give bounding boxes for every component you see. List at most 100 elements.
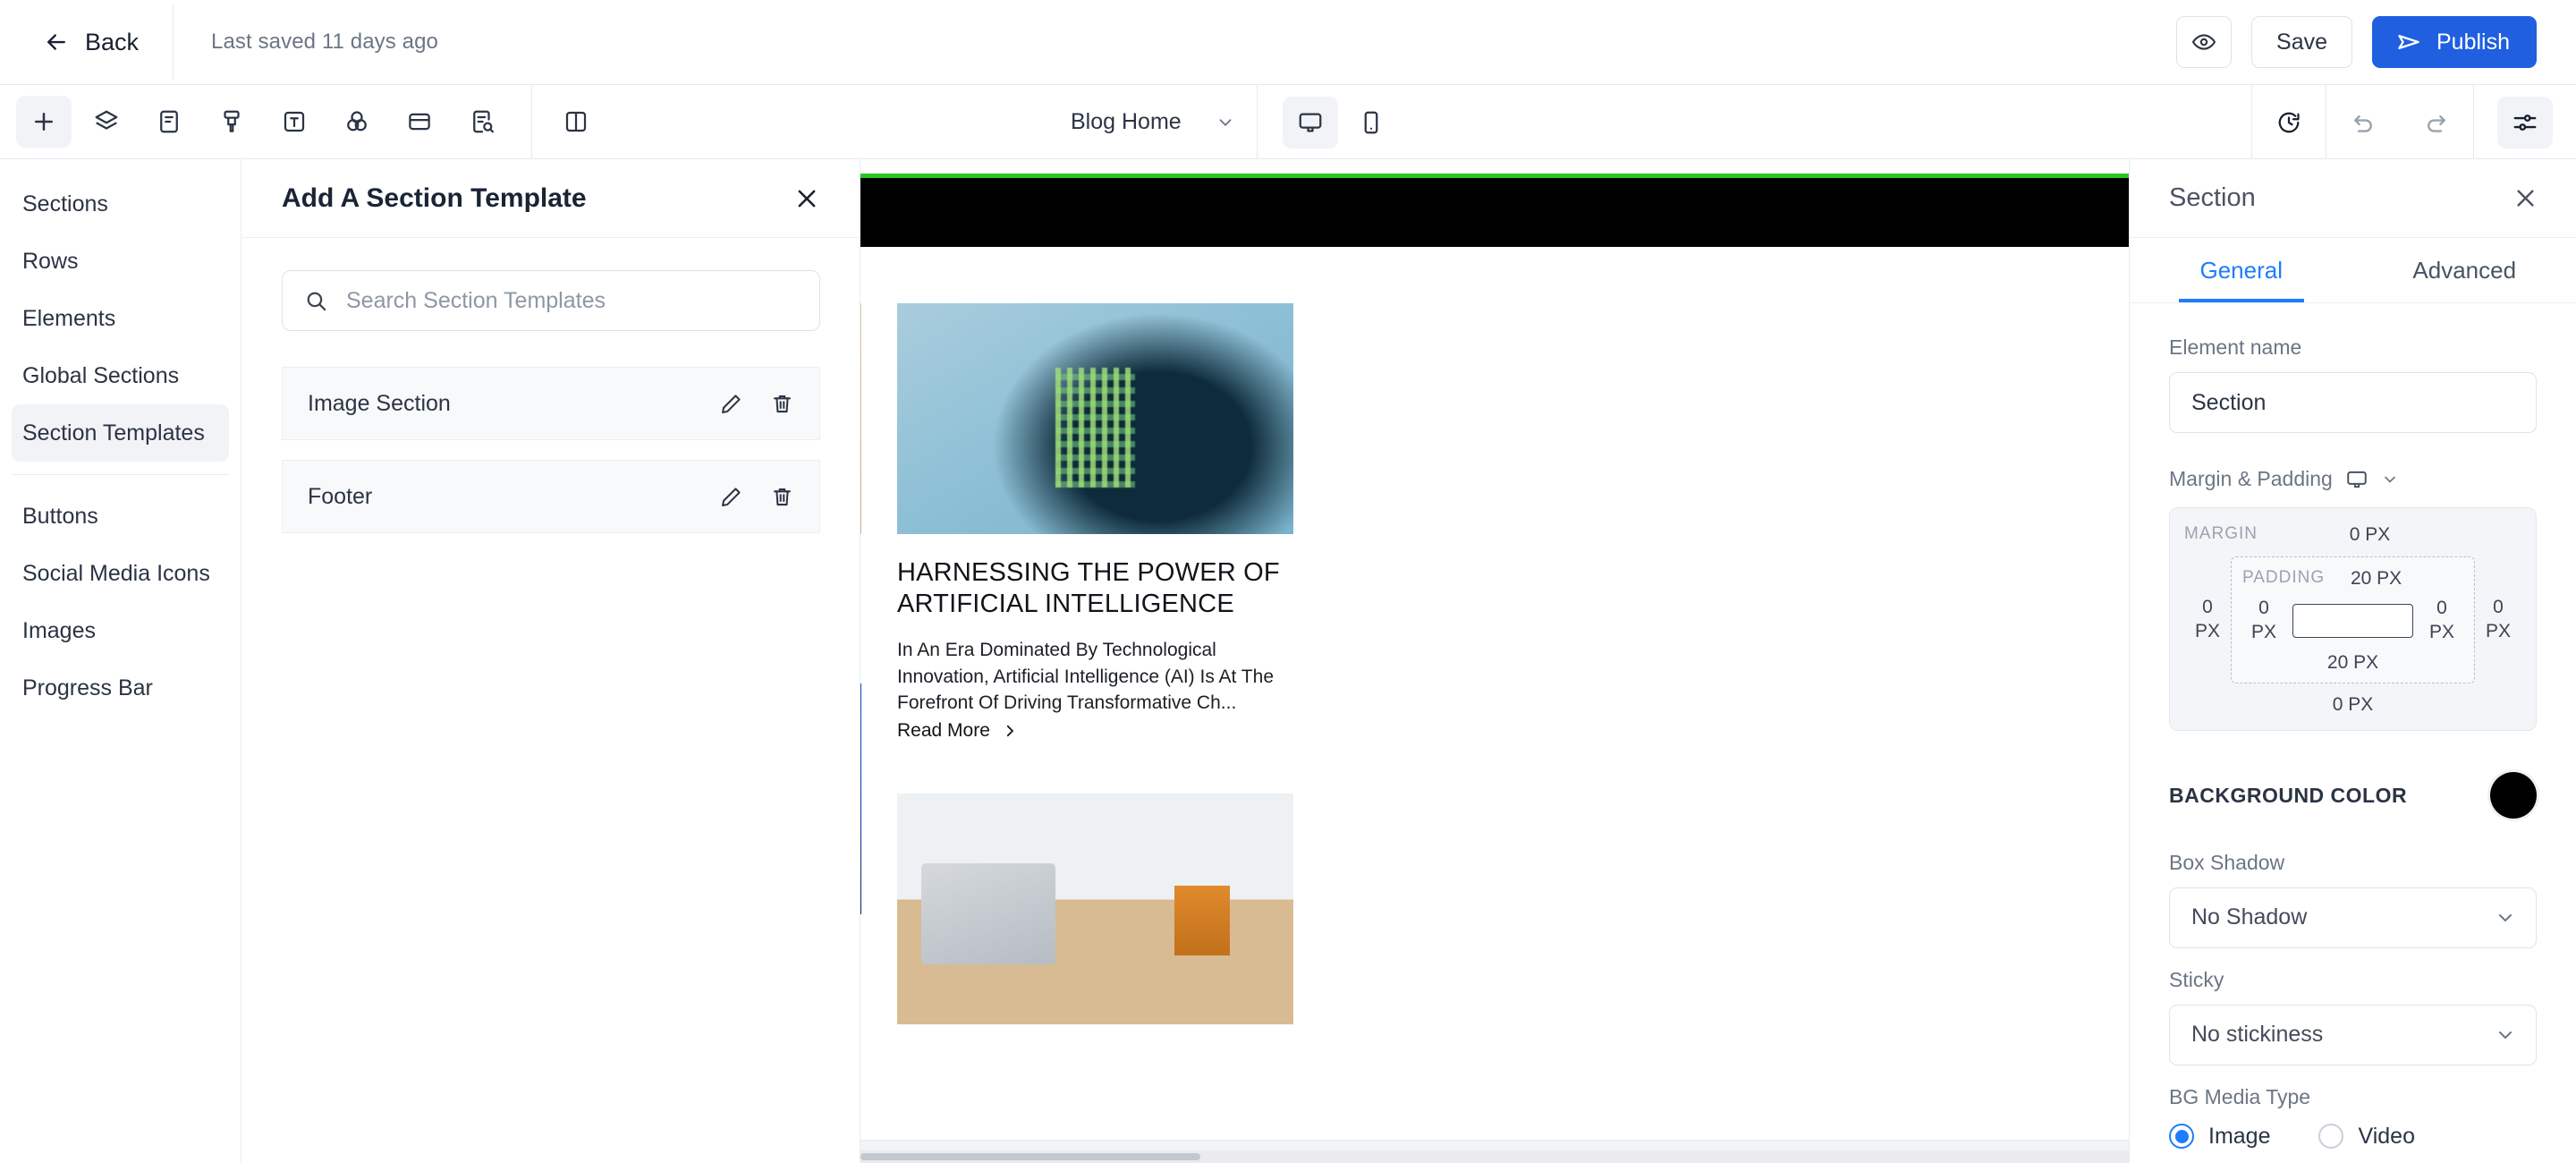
box-shadow-value: No Shadow [2191, 904, 2308, 930]
editor-settings-button[interactable] [2474, 85, 2576, 159]
save-label: Save [2276, 29, 2327, 55]
mural-storefront-photo [860, 303, 861, 534]
margin-left-value[interactable]: 0 PX [2184, 596, 2231, 644]
sidebar-item-elements[interactable]: Elements [12, 290, 229, 347]
margin-right-number: 0 [2493, 597, 2504, 617]
mobile-icon [1358, 109, 1385, 136]
margin-right-unit: PX [2485, 620, 2511, 641]
blog-card-row2 [860, 683, 861, 915]
chevron-down-icon[interactable] [2381, 471, 2399, 488]
close-icon[interactable] [793, 185, 820, 212]
sticky-value: No stickiness [2191, 1022, 2324, 1048]
padding-right-value[interactable]: 0 PX [2420, 597, 2463, 645]
blog-card[interactable]: AYS TO Is A Little Spark To [860, 303, 861, 1024]
publish-button[interactable]: Publish [2372, 16, 2537, 68]
toolbar-center: Blog Home [1051, 85, 1399, 159]
brush-icon [218, 108, 245, 135]
sidebar-item-buttons[interactable]: Buttons [12, 488, 229, 545]
padding-box[interactable]: PADDING 20 PX 0 PX 0 PX 20 PX [2231, 556, 2475, 683]
sticky-label: Sticky [2169, 967, 2224, 991]
background-color-swatch[interactable] [2490, 771, 2537, 819]
read-more-link[interactable]: Read More [897, 720, 1293, 742]
close-icon[interactable] [2512, 185, 2538, 211]
blog-card-title: AYS TO [860, 557, 861, 589]
margin-bottom-value[interactable]: 0 PX [2184, 694, 2521, 716]
row-actions [719, 392, 794, 416]
typography-button[interactable] [267, 96, 322, 148]
trash-icon[interactable] [770, 485, 794, 509]
pencil-icon[interactable] [719, 485, 743, 509]
radio-image[interactable]: Image [2169, 1124, 2270, 1150]
mobile-preview-button[interactable] [1343, 97, 1399, 149]
box-model-widget[interactable]: MARGIN 0 PX 0 PX PADDING 20 PX 0 PX 0 PX… [2169, 507, 2537, 731]
inspector-body: Element name Section Margin & Padding MA… [2130, 335, 2576, 1163]
padding-bottom-value[interactable]: 20 PX [2242, 652, 2463, 674]
scrollbar-thumb[interactable] [860, 1153, 1200, 1160]
padding-top-value[interactable]: 20 PX [2289, 568, 2463, 590]
desktop-icon [1297, 109, 1324, 136]
sliders-button[interactable] [2497, 96, 2553, 149]
theme-brush-button[interactable] [204, 96, 259, 148]
tab-label: General [2199, 256, 2284, 284]
sidebar-item-label: Section Templates [22, 420, 205, 446]
top-bar: Back Last saved 11 days ago Save Publish [0, 0, 2576, 85]
seo-audit-button[interactable] [454, 96, 510, 148]
tab-advanced[interactable]: Advanced [2353, 238, 2576, 302]
sidebar-item-rows[interactable]: Rows [12, 233, 229, 290]
radio-video[interactable]: Video [2318, 1124, 2415, 1150]
desktop-icon[interactable] [2345, 468, 2368, 491]
preview-button[interactable] [2176, 16, 2233, 68]
canvas-horizontal-scrollbar[interactable] [860, 1150, 2129, 1163]
desktop-preview-button[interactable] [1282, 96, 1338, 149]
sidebar-item-sections[interactable]: Sections [12, 175, 229, 233]
redo-button[interactable] [2400, 85, 2473, 159]
radio-dot [2318, 1124, 2344, 1150]
editor-canvas[interactable]: AYS TO Is A Little Spark To HARNESSING T… [860, 159, 2129, 1163]
sidebar-item-images[interactable]: Images [12, 602, 229, 659]
list-item[interactable]: Image Section [282, 367, 820, 440]
margin-right-value[interactable]: 0 PX [2475, 596, 2521, 644]
sidebar-item-progress-bar[interactable]: Progress Bar [12, 659, 229, 717]
layers-icon [93, 108, 120, 135]
read-more-label: Read More [897, 720, 990, 742]
bg-media-type-radios: Image Video [2169, 1124, 2537, 1150]
ai-woman-binary-code-photo [897, 303, 1293, 534]
sticky-select[interactable]: No stickiness [2169, 1004, 2537, 1065]
search-input[interactable] [346, 287, 798, 314]
color-blend-button[interactable] [329, 96, 385, 148]
margin-left-number: 0 [2202, 597, 2213, 617]
undo-button[interactable] [2326, 85, 2400, 159]
padding-right-unit: PX [2428, 621, 2454, 642]
search-section-templates[interactable] [282, 270, 820, 331]
content-box-input[interactable] [2292, 603, 2413, 638]
tab-general[interactable]: General [2130, 238, 2353, 302]
inspector-header: Section [2130, 159, 2576, 238]
sidebar-item-section-templates[interactable]: Section Templates [12, 404, 229, 462]
layers-button[interactable] [79, 96, 134, 148]
page-settings-button[interactable] [141, 96, 197, 148]
save-button[interactable]: Save [2251, 16, 2352, 68]
pencil-icon[interactable] [719, 392, 743, 416]
padding-left-value[interactable]: 0 PX [2242, 597, 2285, 645]
chevron-down-icon [1216, 113, 1235, 132]
revision-history-button[interactable] [2252, 85, 2326, 159]
sliders-icon [2512, 109, 2538, 136]
box-shadow-select[interactable]: No Shadow [2169, 887, 2537, 948]
box-shadow-label: Box Shadow [2169, 850, 2285, 874]
padding-left-unit: PX [2250, 621, 2276, 642]
split-panel-button[interactable] [548, 96, 604, 148]
back-button[interactable]: Back [0, 0, 173, 84]
blog-card[interactable]: HARNESSING THE POWER OF ARTIFICIAL INTEL… [897, 303, 1293, 1025]
trash-icon[interactable] [770, 392, 794, 416]
list-item[interactable]: Footer [282, 460, 820, 533]
sidebar-item-social-media-icons[interactable]: Social Media Icons [12, 545, 229, 602]
hero-section-selected[interactable] [860, 174, 2129, 247]
sidebar-item-global-sections[interactable]: Global Sections [12, 347, 229, 404]
margin-top-value[interactable]: 0 PX [2218, 524, 2521, 546]
padding-top-row: PADDING 20 PX [2242, 568, 2463, 590]
page-selector[interactable]: Blog Home [1051, 95, 1257, 150]
element-name-field[interactable]: Section [2169, 372, 2537, 433]
container-button[interactable] [392, 96, 447, 148]
background-color-row: BACKGROUND COLOR [2169, 771, 2537, 819]
add-element-button[interactable] [16, 96, 72, 148]
